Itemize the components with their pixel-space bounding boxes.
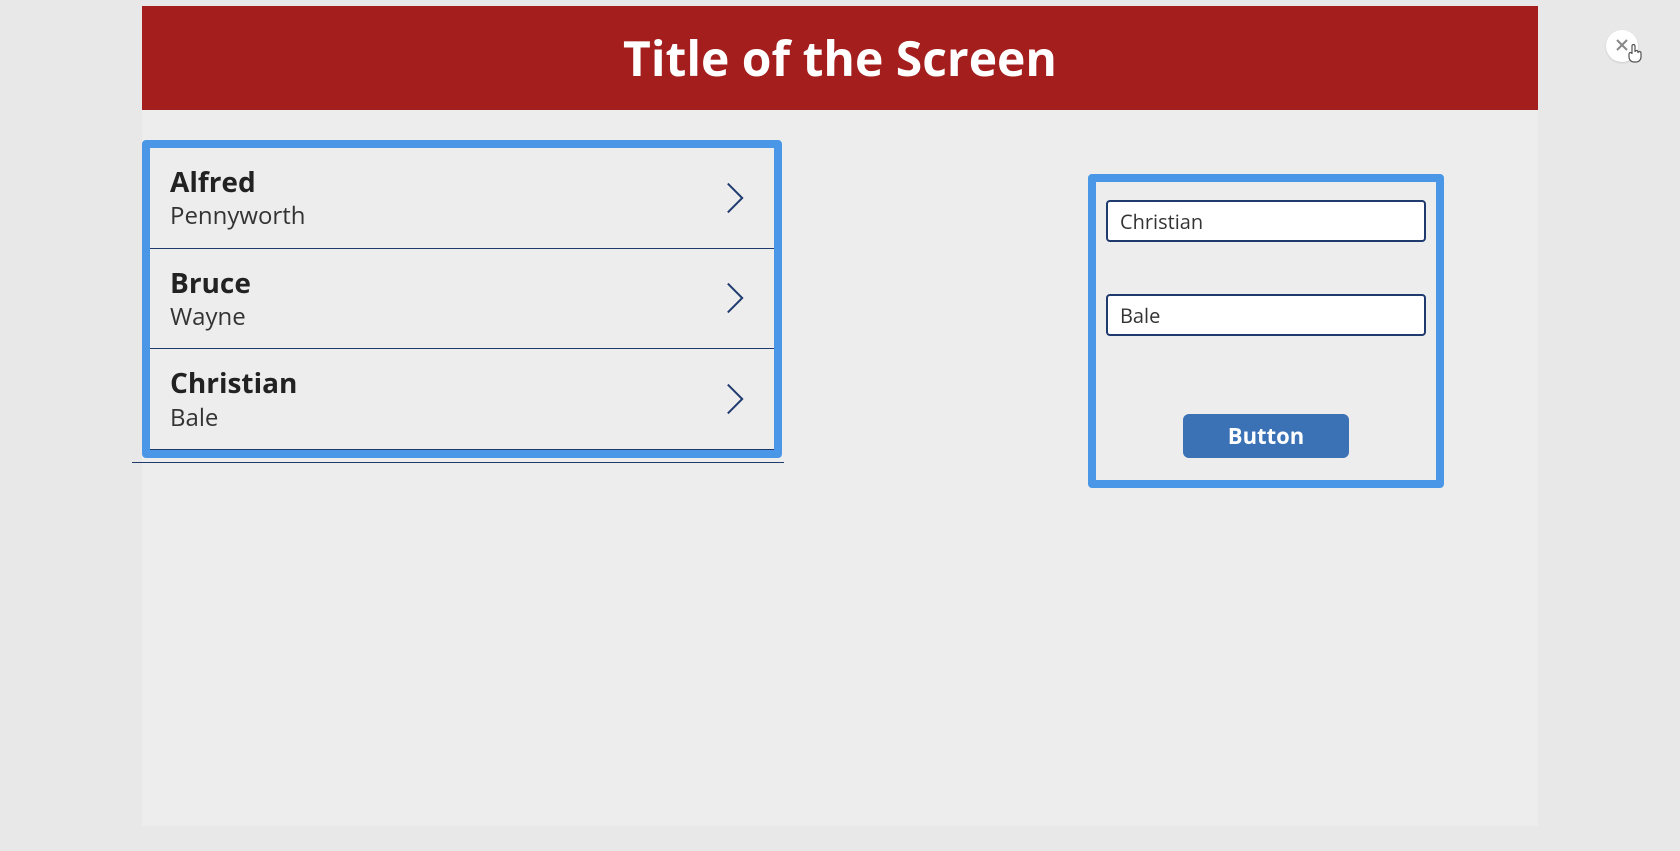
page-title: Title of the Screen — [623, 26, 1057, 91]
header-bar: Title of the Screen — [142, 6, 1538, 110]
list-item-title: Alfred — [170, 164, 306, 200]
divider — [132, 462, 784, 463]
list-item[interactable]: Bruce Wayne — [150, 249, 774, 350]
chevron-right-icon — [724, 180, 746, 216]
list-item-text: Alfred Pennyworth — [170, 164, 306, 232]
list-panel: Alfred Pennyworth Bruce Wayne Christia — [142, 140, 782, 458]
list-item-subtitle: Bale — [170, 402, 297, 433]
chevron-right-icon — [724, 381, 746, 417]
list-item[interactable]: Alfred Pennyworth — [150, 148, 774, 249]
content-area: Alfred Pennyworth Bruce Wayne Christia — [142, 110, 1538, 826]
list-item-title: Christian — [170, 365, 297, 401]
list-item-subtitle: Pennyworth — [170, 200, 306, 231]
close-button[interactable] — [1606, 30, 1638, 62]
close-icon — [1615, 35, 1629, 57]
form-panel: Button — [1088, 174, 1444, 488]
list-item-title: Bruce — [170, 265, 251, 301]
app-container: Title of the Screen Alfred Pennyworth Br… — [142, 6, 1538, 826]
submit-button[interactable]: Button — [1183, 414, 1349, 458]
first-name-input[interactable] — [1106, 200, 1426, 242]
list-item-subtitle: Wayne — [170, 301, 251, 332]
list-item[interactable]: Christian Bale — [150, 349, 774, 450]
chevron-right-icon — [724, 280, 746, 316]
last-name-input[interactable] — [1106, 294, 1426, 336]
list-item-text: Bruce Wayne — [170, 265, 251, 333]
list-item-text: Christian Bale — [170, 365, 297, 433]
